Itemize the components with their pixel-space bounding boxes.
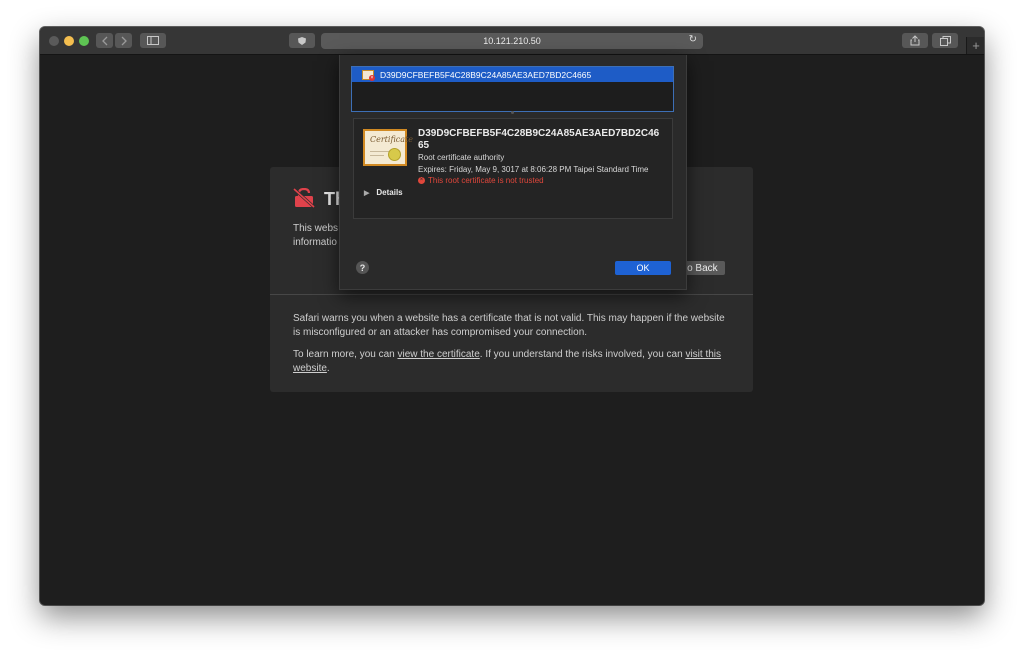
learn-more-suffix: . [326,362,330,374]
certificate-sheet: × D39D9CFBEFB5F4C28B9C24A85AE3AED7BD2C46… [339,55,687,290]
learn-more-prefix: To learn more, you can [293,349,398,360]
details-disclosure[interactable]: ▶ Details [364,188,403,197]
page-content: Th This webs informatio Go Back Safari w… [40,55,984,605]
certificate-expiry: Expires: Friday, May 9, 3017 at 8:06:28 … [418,165,649,174]
trust-error-text: This root certificate is not trusted [428,176,544,185]
learn-more-middle: . If you understand the risks involved, … [479,349,686,360]
ok-button[interactable]: OK [615,261,671,275]
warning-body-line-2: informatio [293,237,337,248]
title-bar: 10.121.210.50 ↻ + [40,27,984,55]
shield-button[interactable] [289,33,315,48]
tabs-icon [939,35,951,46]
help-button[interactable]: ? [356,261,369,274]
details-label: Details [376,188,403,197]
tabs-overview-button[interactable] [932,33,958,48]
address-bar[interactable]: 10.121.210.50 ↻ [321,33,703,49]
new-tab-button[interactable]: + [966,37,984,54]
sidebar-icon [147,36,159,45]
certificate-chain-list[interactable]: × D39D9CFBEFB5F4C28B9C24A85AE3AED7BD2C46… [351,66,674,112]
chain-item-label: D39D9CFBEFB5F4C28B9C24A85AE3AED7BD2C4665 [380,69,592,80]
broken-lock-icon [293,188,315,208]
certificate-chain-item[interactable]: × D39D9CFBEFB5F4C28B9C24A85AE3AED7BD2C46… [352,67,673,82]
disclosure-triangle-icon: ▶ [364,189,370,197]
browser-window: 10.121.210.50 ↻ + Th This webs informati… [40,27,984,605]
minimize-window-button[interactable] [64,36,74,46]
close-window-button[interactable] [49,36,59,46]
certificate-icon-line [370,151,390,152]
reload-icon[interactable]: ↻ [689,34,697,45]
zoom-window-button[interactable] [79,36,89,46]
certificate-type: Root certificate authority [418,153,505,162]
error-icon: × [418,177,425,184]
certificate-untrusted-icon: × [362,69,375,81]
certificate-trust-error: × This root certificate is not trusted [418,176,544,185]
chevron-right-icon [121,36,127,45]
splitter-handle[interactable] [511,111,514,114]
certificate-detail-panel: Certificate D39D9CFBEFB5F4C28B9C24A85AE3… [353,118,673,219]
seal-icon [388,148,401,161]
warning-body-line-1: This webs [293,223,339,234]
share-icon [910,35,920,46]
forward-button[interactable] [115,33,132,48]
view-certificate-link[interactable]: view the certificate [398,349,480,360]
warning-learn-more: To learn more, you can view the certific… [293,348,733,375]
shield-icon [298,36,306,45]
certificate-icon-text: Certificate [370,135,413,144]
share-button[interactable] [902,33,928,48]
back-button[interactable] [96,33,113,48]
certificate-icon: Certificate [363,129,413,166]
address-text: 10.121.210.50 [483,36,541,46]
sidebar-button[interactable] [140,33,166,48]
warning-explanation: Safari warns you when a website has a ce… [293,313,725,338]
certificate-icon-line [370,155,384,156]
chevron-left-icon [101,36,107,45]
certificate-name: D39D9CFBEFB5F4C28B9C24A85AE3AED7BD2C4665 [418,128,660,151]
divider [270,294,753,295]
